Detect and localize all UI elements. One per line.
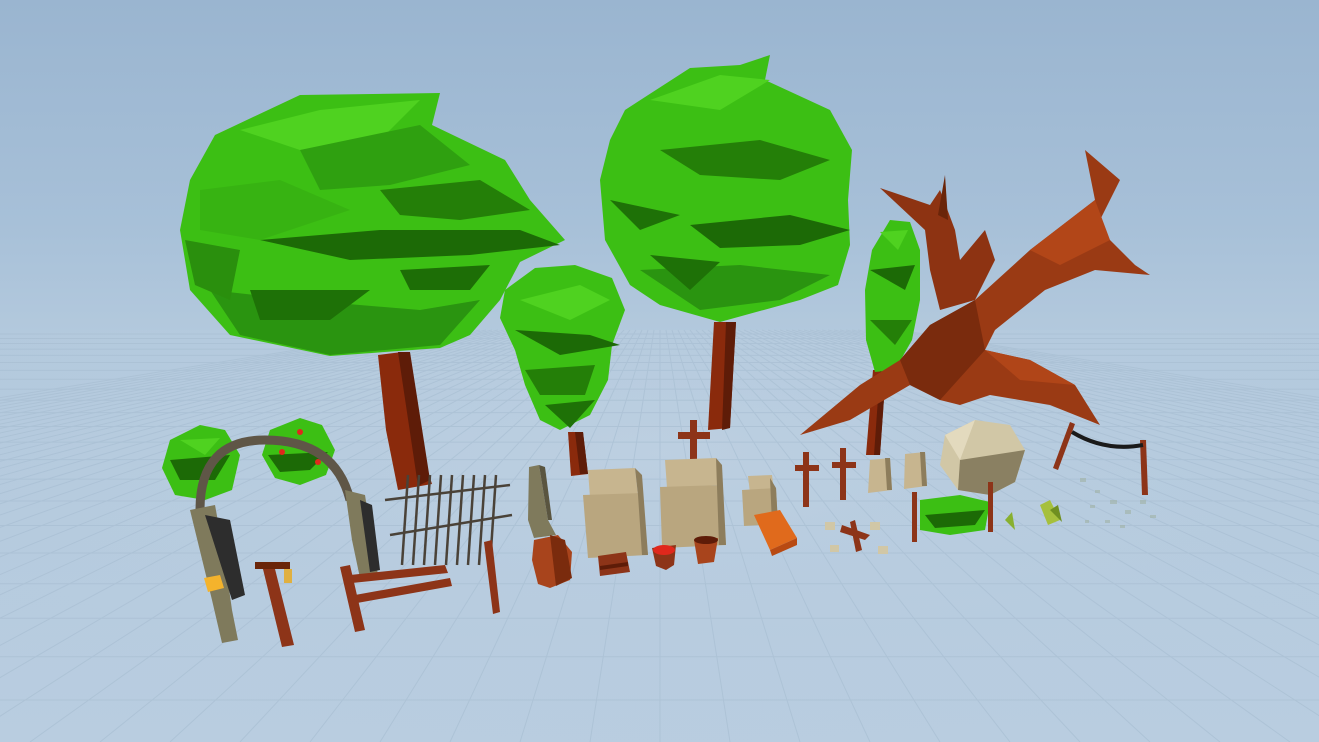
game-viewport[interactable] xyxy=(0,0,1319,742)
small-chest[interactable] xyxy=(598,552,630,576)
stone-tomb[interactable] xyxy=(583,468,648,558)
grave-slab-right[interactable] xyxy=(904,452,927,489)
grave-slab-left[interactable] xyxy=(868,458,892,493)
scene-canvas xyxy=(0,55,1319,742)
